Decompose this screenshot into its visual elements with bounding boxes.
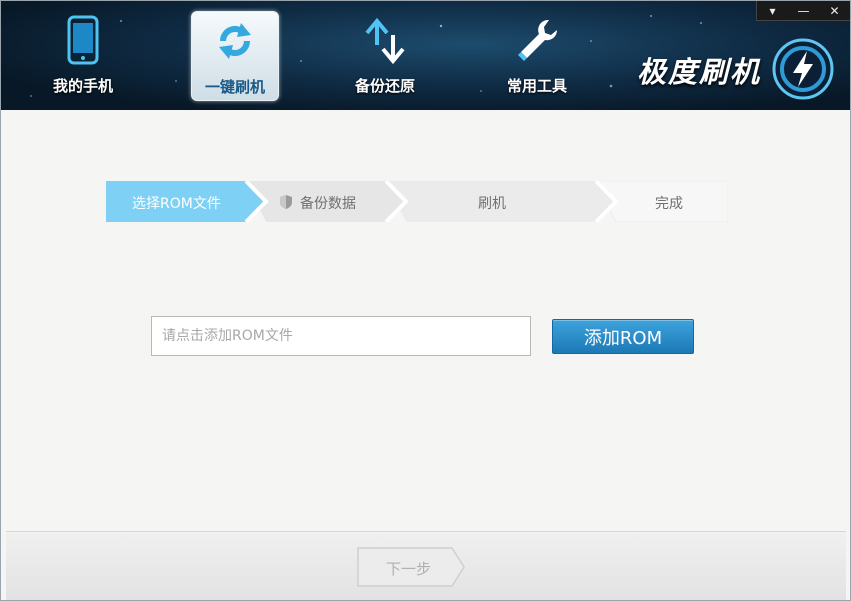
step-complete: 完成: [655, 196, 683, 212]
refresh-icon: [213, 16, 257, 66]
add-rom-button[interactable]: 添加ROM: [552, 319, 694, 354]
nav-label: 常用工具: [506, 77, 567, 95]
next-step-label: 下一步: [386, 560, 432, 578]
close-button[interactable]: ✕: [819, 1, 850, 21]
next-step-button[interactable]: 下一步: [356, 546, 466, 588]
nav-backup-restore[interactable]: 备份还原: [341, 11, 429, 101]
nav-common-tools[interactable]: 常用工具: [493, 11, 581, 101]
window-controls: ▾ — ✕: [756, 1, 850, 21]
nav-my-phone[interactable]: 我的手机: [39, 11, 127, 101]
phone-icon: [61, 15, 105, 65]
nav-label: 我的手机: [52, 77, 113, 95]
nav-label: 备份还原: [354, 77, 415, 95]
header-bar: 我的手机 一键刷机 备份还原 常用工具 极度刷机 ▾ — ✕: [1, 1, 850, 110]
menu-button[interactable]: ▾: [757, 1, 788, 21]
minimize-button[interactable]: —: [788, 1, 819, 21]
brand-logo-icon: [772, 38, 834, 100]
nav-one-click-flash[interactable]: 一键刷机: [191, 11, 279, 101]
step-select-rom: 选择ROM文件: [132, 196, 221, 212]
rom-file-input[interactable]: [151, 316, 531, 356]
backup-restore-icon: [363, 15, 407, 65]
nav-label: 一键刷机: [204, 78, 265, 96]
wrench-icon: [515, 15, 559, 65]
step-flash: 刷机: [478, 196, 506, 212]
step-progress: 选择ROM文件 备份数据 刷机 完成: [106, 181, 728, 222]
footer-bar: 下一步: [6, 531, 846, 600]
step-backup-data: 备份数据: [300, 196, 356, 212]
app-window: 我的手机 一键刷机 备份还原 常用工具 极度刷机 ▾ — ✕ 选择ROM文件 备…: [0, 0, 851, 601]
shield-icon: [280, 195, 292, 209]
brand-title: 极度刷机: [637, 55, 762, 89]
